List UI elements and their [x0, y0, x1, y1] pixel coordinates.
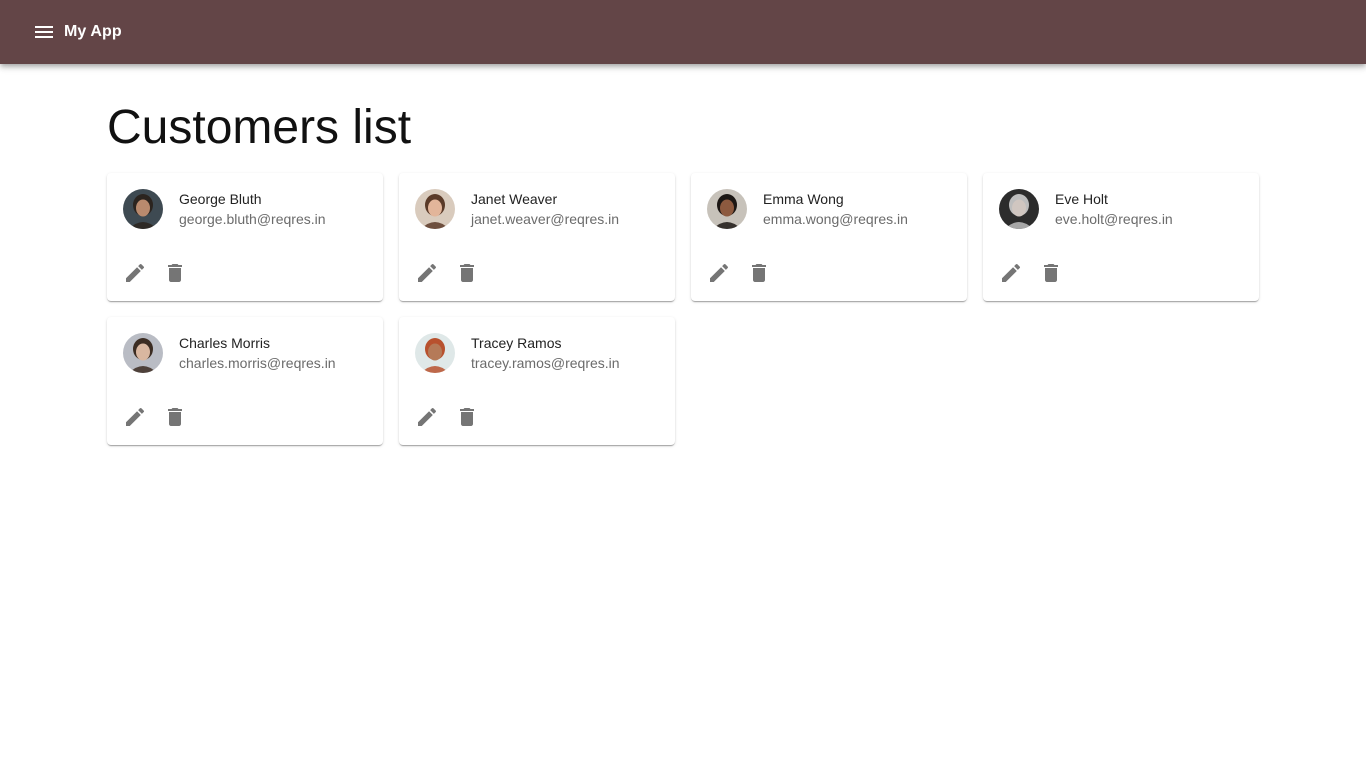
app-title: My App — [64, 20, 122, 44]
avatar — [415, 189, 455, 229]
customer-card: Emma Wong emma.wong@reqres.in — [691, 173, 967, 301]
edit-button[interactable] — [415, 405, 439, 429]
customer-email: charles.morris@reqres.in — [179, 353, 336, 373]
page-title: Customers list — [107, 98, 411, 158]
edit-icon — [123, 261, 147, 285]
delete-button[interactable] — [455, 405, 479, 429]
avatar — [999, 189, 1039, 229]
customer-name: Janet Weaver — [471, 189, 557, 209]
customer-card: Eve Holt eve.holt@reqres.in — [983, 173, 1259, 301]
app-bar: My App — [0, 0, 1366, 64]
customer-name: Eve Holt — [1055, 189, 1108, 209]
delete-icon — [455, 405, 479, 429]
customer-name: George Bluth — [179, 189, 262, 209]
customer-card: Tracey Ramos tracey.ramos@reqres.in — [399, 317, 675, 445]
edit-button[interactable] — [123, 261, 147, 285]
avatar — [707, 189, 747, 229]
delete-button[interactable] — [455, 261, 479, 285]
avatar-portrait — [123, 189, 163, 229]
customer-name: Tracey Ramos — [471, 333, 562, 353]
edit-icon — [415, 261, 439, 285]
edit-icon — [415, 405, 439, 429]
delete-button[interactable] — [163, 261, 187, 285]
customer-email: george.bluth@reqres.in — [179, 209, 326, 229]
delete-icon — [1039, 261, 1063, 285]
edit-icon — [707, 261, 731, 285]
avatar — [415, 333, 455, 373]
customer-card: George Bluth george.bluth@reqres.in — [107, 173, 383, 301]
edit-button[interactable] — [707, 261, 731, 285]
customer-name: Charles Morris — [179, 333, 270, 353]
avatar — [123, 189, 163, 229]
edit-button[interactable] — [415, 261, 439, 285]
delete-icon — [163, 261, 187, 285]
edit-button[interactable] — [999, 261, 1023, 285]
customer-grid: George Bluth george.bluth@reqres.in Jane… — [107, 173, 1259, 445]
avatar-portrait — [415, 189, 455, 229]
edit-button[interactable] — [123, 405, 147, 429]
customer-email: eve.holt@reqres.in — [1055, 209, 1173, 229]
avatar-portrait — [707, 189, 747, 229]
customer-email: janet.weaver@reqres.in — [471, 209, 619, 229]
customer-email: emma.wong@reqres.in — [763, 209, 908, 229]
avatar-portrait — [415, 333, 455, 373]
delete-icon — [455, 261, 479, 285]
delete-button[interactable] — [747, 261, 771, 285]
avatar — [123, 333, 163, 373]
delete-icon — [747, 261, 771, 285]
edit-icon — [123, 405, 147, 429]
menu-button[interactable] — [32, 20, 56, 44]
edit-icon — [999, 261, 1023, 285]
menu-icon — [32, 20, 56, 44]
customer-name: Emma Wong — [763, 189, 844, 209]
delete-icon — [163, 405, 187, 429]
customer-card: Janet Weaver janet.weaver@reqres.in — [399, 173, 675, 301]
customer-email: tracey.ramos@reqres.in — [471, 353, 620, 373]
avatar-portrait — [999, 189, 1039, 229]
delete-button[interactable] — [163, 405, 187, 429]
avatar-portrait — [123, 333, 163, 373]
customer-card: Charles Morris charles.morris@reqres.in — [107, 317, 383, 445]
delete-button[interactable] — [1039, 261, 1063, 285]
